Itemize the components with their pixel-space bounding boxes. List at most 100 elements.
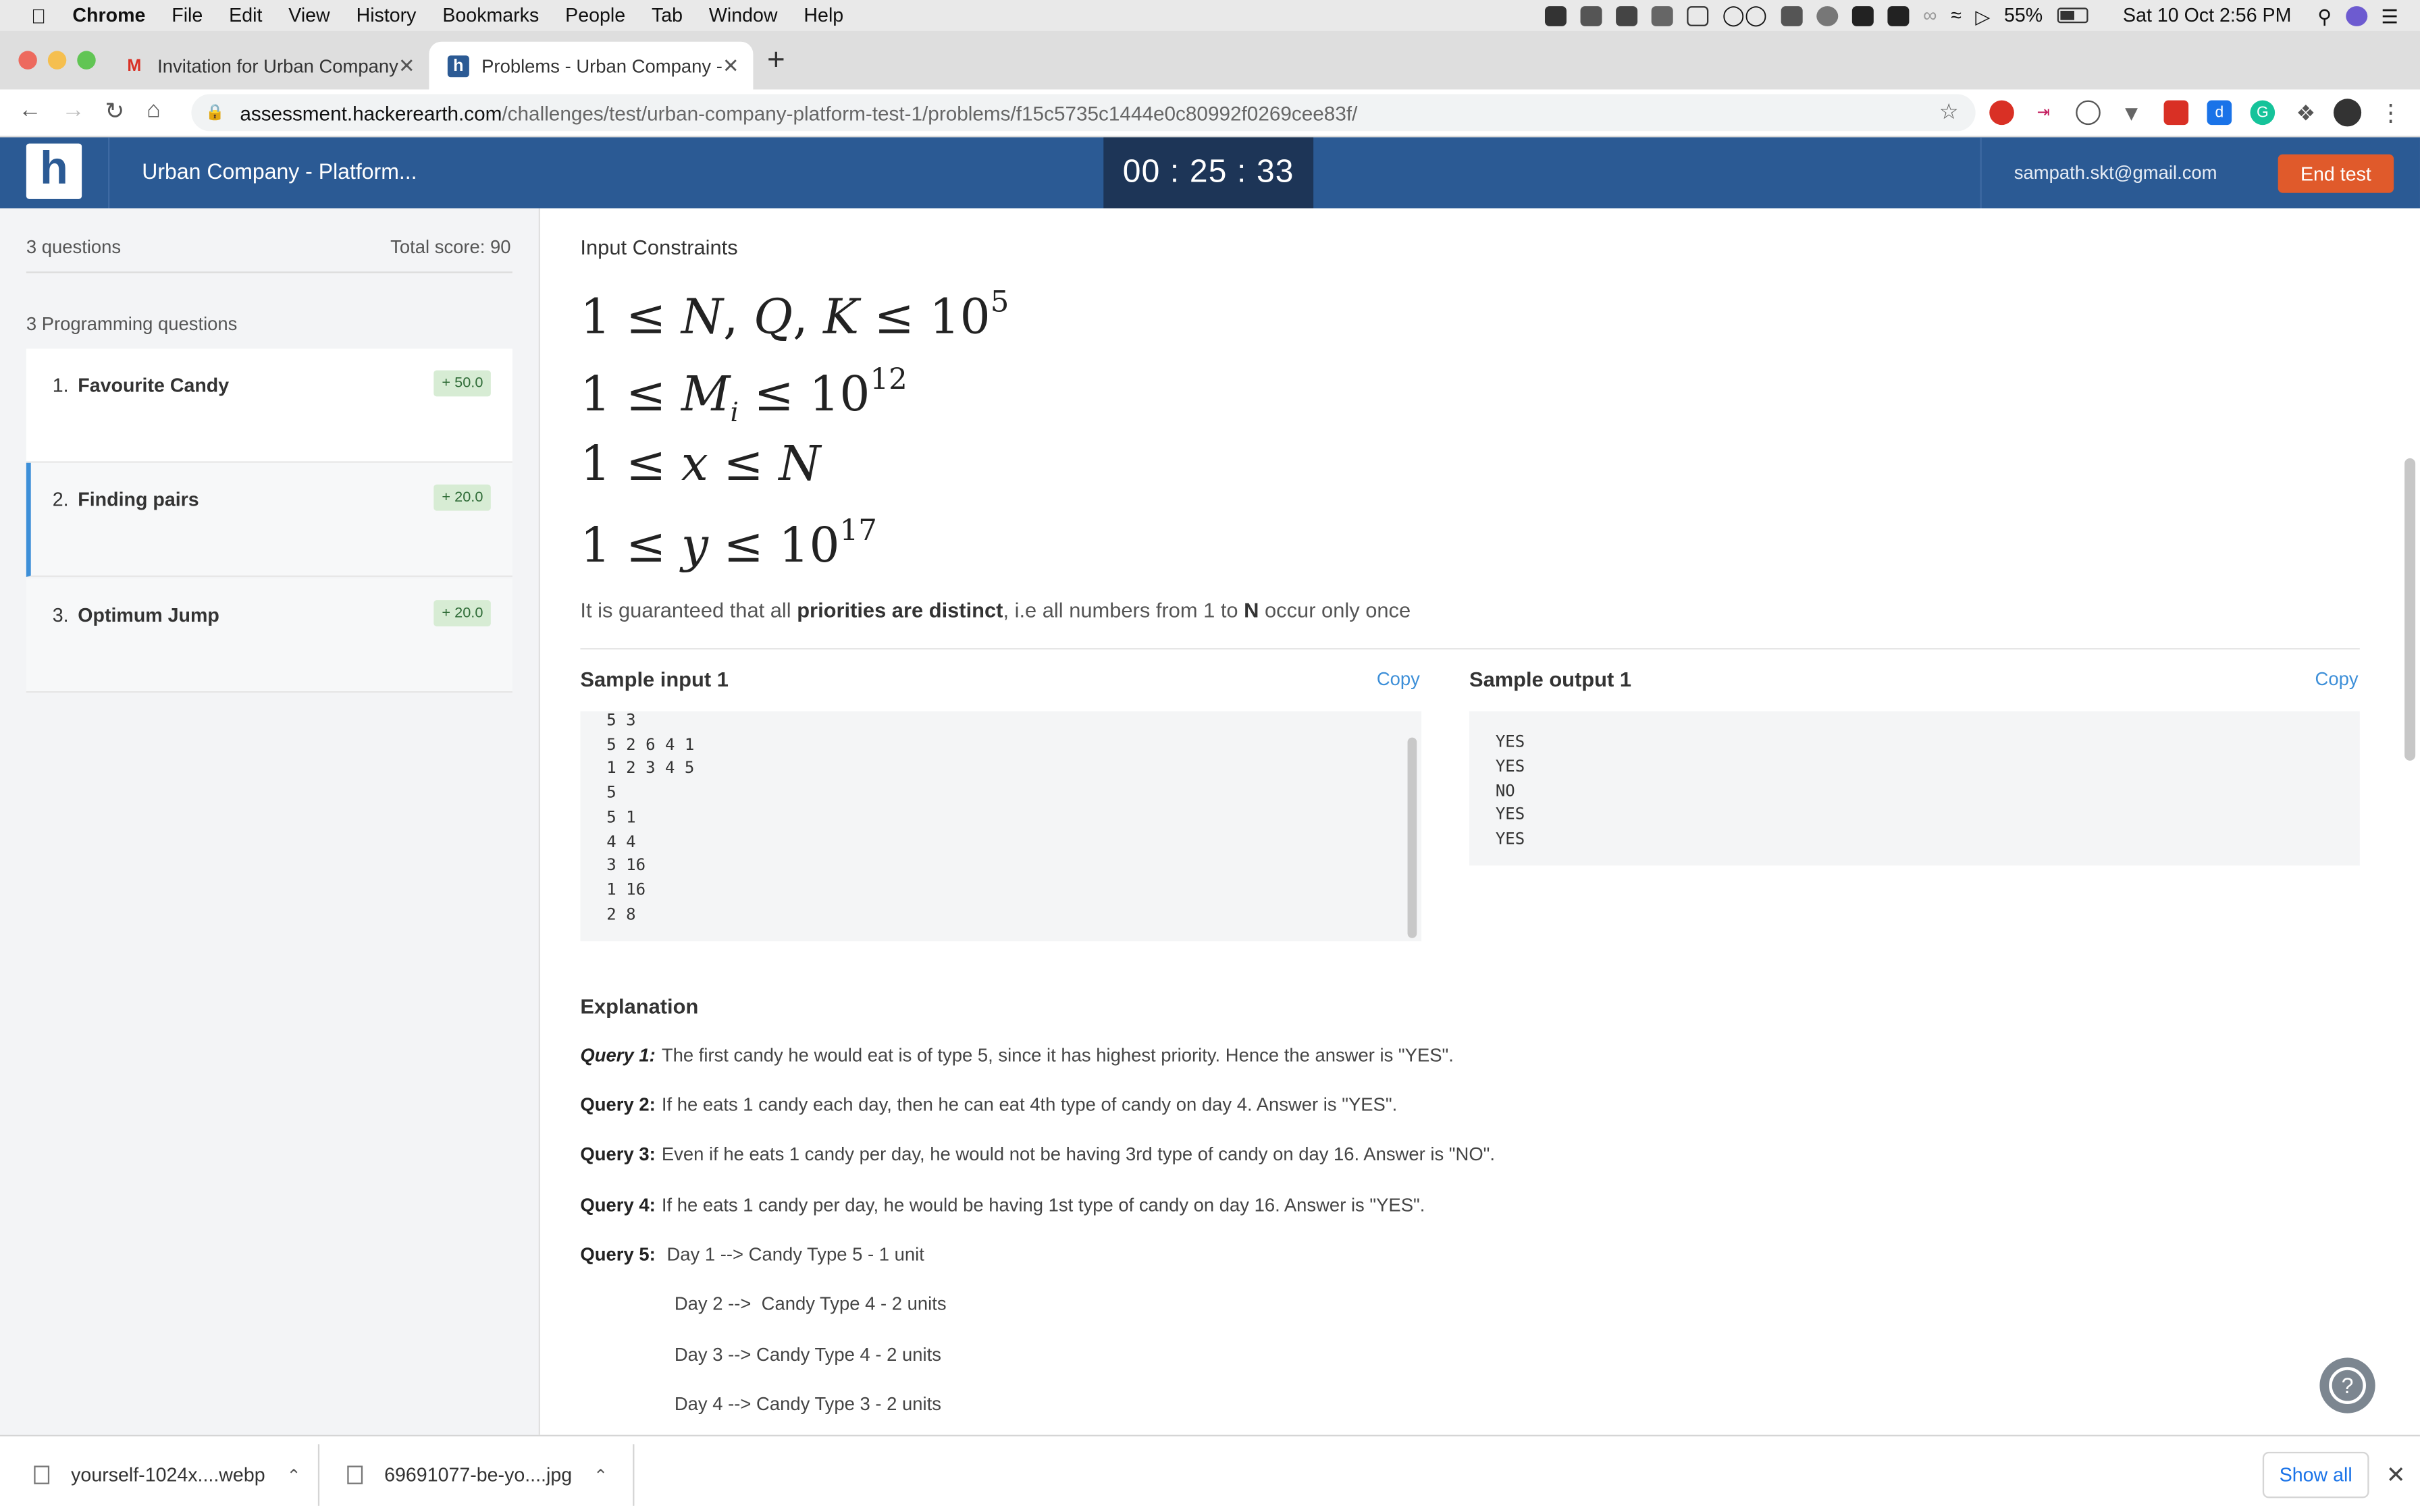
- question-number: 1.: [52, 375, 69, 397]
- page-scrollbar[interactable]: [2404, 458, 2416, 761]
- question-title: Finding pairs: [78, 489, 199, 511]
- extension-icon[interactable]: [2076, 100, 2101, 126]
- menu-file[interactable]: File: [172, 5, 203, 26]
- extension-arrow-icon[interactable]: ⇥: [2031, 101, 2056, 126]
- bluetooth-icon[interactable]: ∞: [1923, 5, 1937, 26]
- apple-icon[interactable]: : [26, 4, 51, 27]
- download-item[interactable]: yourself-1024x....webp ⌃: [34, 1436, 301, 1512]
- adblock-extension-icon[interactable]: [1989, 100, 2014, 126]
- hackerearth-logo[interactable]: h: [26, 143, 82, 199]
- profile-avatar[interactable]: [2333, 99, 2362, 127]
- close-downloads-icon[interactable]: ✕: [2386, 1461, 2406, 1489]
- close-window-icon[interactable]: [18, 51, 37, 70]
- fullscreen-window-icon[interactable]: [77, 51, 96, 70]
- countdown-timer: 00 : 25 : 33: [1103, 137, 1314, 209]
- question-score-badge: + 20.0: [433, 484, 491, 511]
- sample-input-scrollbar[interactable]: [1407, 737, 1417, 938]
- dictionary-extension-icon[interactable]: d: [2207, 100, 2232, 126]
- notification-center-icon[interactable]: ☰: [2381, 4, 2398, 27]
- address-bar[interactable]: 🔒 assessment.hackerearth.com /challenges…: [191, 94, 1976, 132]
- chrome-menu-icon[interactable]: ⋮: [2378, 101, 2403, 127]
- menu-help[interactable]: Help: [804, 5, 843, 26]
- end-test-button[interactable]: End test: [2278, 154, 2394, 193]
- sample-output-box[interactable]: YES YES NO YES YES: [1469, 711, 2360, 866]
- question-item-favourite-candy[interactable]: 1. Favourite Candy + 50.0: [26, 348, 512, 463]
- chevron-up-icon[interactable]: ⌃: [594, 1465, 608, 1485]
- window-icon[interactable]: [1687, 5, 1709, 26]
- lock-icon[interactable]: 🔒: [205, 104, 224, 121]
- glasses-icon[interactable]: ◯◯: [1722, 3, 1768, 28]
- test-title: Urban Company - Platform...: [142, 159, 417, 184]
- menu-bookmarks[interactable]: Bookmarks: [442, 5, 539, 26]
- questions-sidebar: 3 questions Total score: 90 3 Programmin…: [0, 208, 540, 1435]
- tab-gmail[interactable]: M Invitation for Urban Company - ✕: [105, 42, 429, 90]
- question-title: Optimum Jump: [78, 604, 219, 626]
- spotlight-search-icon[interactable]: ⚲: [2317, 4, 2332, 27]
- volume-icon[interactable]: ▷: [1975, 4, 1990, 27]
- status-app-icon[interactable]: [1852, 5, 1874, 26]
- bookmark-star-icon[interactable]: ☆: [1939, 99, 1959, 125]
- menu-view[interactable]: View: [288, 5, 330, 26]
- tab-problems[interactable]: h Problems - Urban Company - P ✕: [429, 41, 754, 90]
- forward-icon[interactable]: →: [61, 97, 84, 124]
- chevron-up-icon[interactable]: ⌃: [287, 1465, 301, 1485]
- menu-window[interactable]: Window: [709, 5, 778, 26]
- todoist-extension-icon[interactable]: [2163, 100, 2189, 126]
- copy-sample-output-link[interactable]: Copy: [2315, 668, 2359, 690]
- header-divider: [107, 137, 110, 209]
- extensions-puzzle-icon[interactable]: ❖: [2294, 99, 2319, 126]
- question-score-badge: + 50.0: [433, 370, 491, 397]
- status-app-icon[interactable]: [1544, 5, 1567, 26]
- status-app-icon[interactable]: [1651, 5, 1673, 26]
- wifi-icon[interactable]: ≈: [1951, 5, 1962, 26]
- hackerearth-icon: h: [447, 55, 469, 77]
- question-item-optimum-jump[interactable]: 3. Optimum Jump + 20.0: [26, 578, 512, 693]
- menu-app-name[interactable]: Chrome: [72, 5, 145, 26]
- menu-people[interactable]: People: [565, 5, 625, 26]
- menu-tab[interactable]: Tab: [652, 5, 683, 26]
- programming-questions-label: 3 Programming questions: [26, 313, 238, 335]
- url-host: assessment.hackerearth.com: [240, 101, 502, 124]
- question-label: 2. Finding pairs: [53, 489, 199, 511]
- copy-sample-input-link[interactable]: Copy: [1377, 668, 1420, 690]
- header-divider: [1980, 137, 1982, 209]
- constraint-x: 1 ≤ x ≤ N: [580, 436, 821, 493]
- assessment-header: h Urban Company - Platform... 00 : 25 : …: [0, 137, 2420, 209]
- dropbox-icon[interactable]: [1616, 5, 1638, 26]
- download-item[interactable]: 69691077-be-yo....jpg ⌃: [347, 1436, 608, 1512]
- minimize-window-icon[interactable]: [47, 51, 67, 70]
- user-email: sampath.skt@gmail.com: [2014, 161, 2217, 184]
- record-icon[interactable]: [1816, 5, 1839, 26]
- help-button[interactable]: ?: [2319, 1357, 2375, 1413]
- question-item-finding-pairs[interactable]: 2. Finding pairs + 20.0: [26, 462, 512, 577]
- siri-icon[interactable]: [2345, 5, 2367, 26]
- new-tab-icon[interactable]: +: [767, 43, 785, 79]
- explanation-query-4: Query 4: If he eats 1 candy per day, he w…: [580, 1194, 1425, 1216]
- help-icon: ?: [2329, 1367, 2366, 1404]
- back-icon[interactable]: ←: [18, 97, 41, 124]
- sample-output-line: YES: [1495, 757, 1525, 776]
- close-tab-icon[interactable]: ✕: [722, 54, 739, 79]
- downloads-bar: yourself-1024x....webp ⌃ 69691077-be-yo.…: [0, 1434, 2420, 1512]
- reload-icon[interactable]: ↻: [105, 97, 124, 125]
- gmail-icon: M: [127, 56, 142, 75]
- sample-input-line: 2 8: [606, 905, 636, 925]
- status-app-icon[interactable]: [1781, 5, 1803, 26]
- close-tab-icon[interactable]: ✕: [398, 54, 415, 79]
- vue-devtools-icon[interactable]: ▼: [2119, 101, 2144, 126]
- docker-icon[interactable]: [1580, 5, 1602, 26]
- status-app-icon[interactable]: [1887, 5, 1910, 26]
- grammarly-icon[interactable]: G: [2250, 100, 2276, 126]
- browser-toolbar: ← → ↻ ⌂ 🔒 assessment.hackerearth.com /ch…: [0, 89, 2420, 138]
- show-all-downloads-button[interactable]: Show all: [2262, 1451, 2369, 1498]
- questions-count: 3 questions: [26, 236, 122, 258]
- sample-input-line: 5: [606, 784, 616, 803]
- battery-icon[interactable]: [2056, 7, 2088, 24]
- home-icon[interactable]: ⌂: [147, 97, 161, 124]
- menu-history[interactable]: History: [357, 5, 417, 26]
- explanation-heading: Explanation: [580, 995, 699, 1019]
- sample-input-box[interactable]: 5 3 5 2 6 4 1 1 2 3 4 5 5 5 1 4 4 3 16 1…: [580, 711, 1422, 942]
- day-breakdown-line: Day 4 --> Candy Type 3 - 2 units: [674, 1393, 941, 1415]
- clock[interactable]: Sat 10 Oct 2:56 PM: [2123, 5, 2291, 26]
- menu-edit[interactable]: Edit: [229, 5, 262, 26]
